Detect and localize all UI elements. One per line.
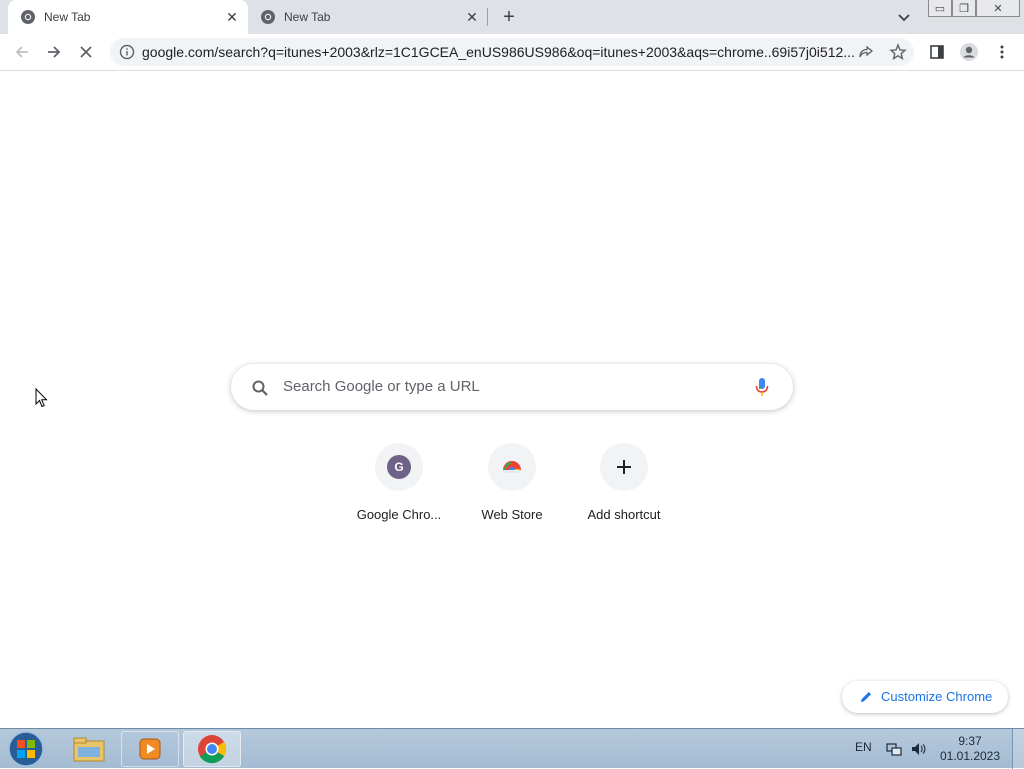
stop-loading-button[interactable] — [76, 42, 96, 62]
profile-button[interactable] — [959, 42, 979, 62]
taskbar-explorer[interactable] — [60, 731, 118, 767]
stop-x-icon — [80, 46, 92, 58]
shortcut-label: Add shortcut — [587, 507, 661, 522]
plus-icon — [617, 460, 631, 474]
side-panel-icon — [930, 45, 944, 59]
g-letter-badge: G — [387, 455, 411, 479]
forward-button[interactable] — [44, 42, 64, 62]
search-icon — [252, 380, 268, 396]
windows-taskbar: EN 9:37 01.01.2023 — [0, 728, 1024, 769]
close-tab-icon[interactable]: ✕ — [464, 9, 480, 25]
shortcut-google-chrome[interactable]: G Google Chro... — [343, 443, 455, 533]
tab-title: New Tab — [284, 10, 331, 24]
volume-icon[interactable] — [910, 741, 926, 757]
browser-toolbar: google.com/search?q=itunes+2003&rlz=1C1G… — [0, 34, 1024, 71]
media-player-icon — [139, 738, 161, 760]
shortcut-label: Web Store — [481, 507, 543, 522]
add-shortcut-button[interactable]: Add shortcut — [568, 443, 680, 533]
show-desktop-button[interactable] — [1012, 729, 1024, 769]
search-placeholder: Search Google or type a URL — [283, 378, 480, 395]
new-tab-button[interactable]: + — [498, 6, 520, 28]
search-box[interactable]: Search Google or type a URL — [231, 364, 793, 410]
windows-start-button[interactable] — [6, 730, 46, 768]
voice-search-mic-icon[interactable] — [755, 377, 769, 397]
share-icon[interactable] — [858, 44, 874, 60]
address-bar[interactable]: google.com/search?q=itunes+2003&rlz=1C1G… — [110, 38, 914, 66]
chrome-menu-button[interactable] — [992, 42, 1012, 62]
new-tab-page: Search Google or type a URL G Google Chr… — [0, 71, 1024, 728]
customize-chrome-button[interactable]: Customize Chrome — [842, 681, 1008, 713]
shortcut-label: Google Chro... — [356, 507, 442, 522]
close-tab-icon[interactable]: ✕ — [224, 9, 240, 25]
shortcut-tile — [600, 443, 648, 491]
chrome-favicon-icon — [21, 10, 35, 24]
system-clock[interactable]: 9:37 01.01.2023 — [938, 734, 1002, 764]
tab-separator — [487, 8, 488, 26]
restore-button[interactable]: ❐ — [952, 0, 976, 17]
folder-icon — [73, 737, 105, 762]
shortcut-tile — [488, 443, 536, 491]
site-info-icon[interactable] — [119, 44, 135, 60]
bookmark-star-icon[interactable] — [889, 43, 907, 61]
mouse-cursor-icon — [35, 388, 48, 408]
shortcut-web-store[interactable]: Web Store — [456, 443, 568, 533]
minimize-button[interactable]: ▭ — [928, 0, 952, 17]
tab-new-tab[interactable]: New Tab ✕ — [248, 0, 488, 34]
pencil-icon — [861, 692, 871, 702]
tab-strip: New Tab ✕ New Tab ✕ + ▭ ❐ ✕ — [0, 0, 1024, 34]
chrome-icon — [198, 735, 226, 764]
shortcut-tile: G — [375, 443, 423, 491]
clock-date: 01.01.2023 — [939, 749, 1001, 763]
tab-search-chevron-icon[interactable] — [896, 9, 912, 25]
forward-arrow-icon — [48, 46, 61, 58]
network-icon[interactable] — [886, 741, 902, 757]
profile-avatar-icon — [960, 43, 978, 61]
back-arrow-icon — [15, 46, 28, 58]
clock-time: 9:37 — [958, 734, 982, 748]
kebab-menu-icon — [1000, 45, 1004, 59]
taskbar-chrome[interactable] — [183, 731, 241, 767]
web-store-icon — [503, 461, 521, 473]
url-text: google.com/search?q=itunes+2003&rlz=1C1G… — [142, 44, 854, 60]
side-panel-button[interactable] — [927, 42, 947, 62]
tab-title: New Tab — [44, 10, 91, 24]
close-window-button[interactable]: ✕ — [976, 0, 1020, 17]
back-button[interactable] — [12, 42, 32, 62]
chrome-favicon-icon — [261, 10, 275, 24]
language-indicator[interactable]: EN — [855, 740, 872, 754]
taskbar-media-player[interactable] — [121, 731, 179, 767]
customize-label: Customize Chrome — [881, 689, 993, 704]
tab-new-tab-active[interactable]: New Tab ✕ — [8, 0, 248, 34]
